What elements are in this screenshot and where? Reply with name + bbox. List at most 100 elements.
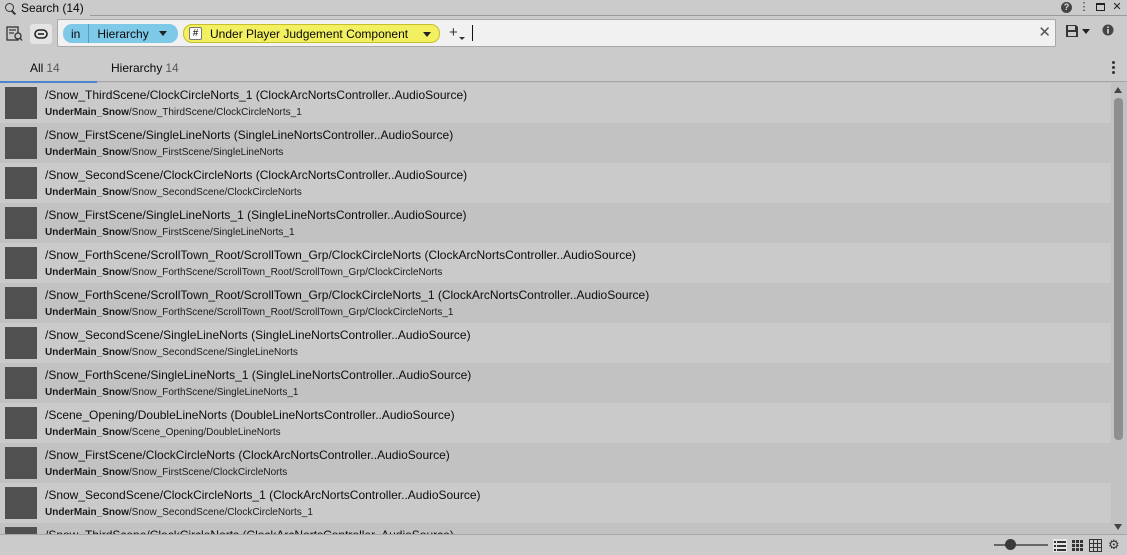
- result-description-path: /Snow_FirstScene/SingleLineNorts: [128, 147, 284, 158]
- search-icon: [4, 2, 17, 15]
- result-description-path: /Snow_ForthScene/ScrollTown_Root/ScrollT…: [128, 267, 443, 278]
- result-description-path: /Scene_Opening/DoubleLineNorts: [128, 427, 281, 438]
- chevron-down-icon: [1082, 28, 1090, 34]
- result-title: /Snow_FirstScene/SingleLineNorts (Single…: [45, 128, 454, 142]
- result-description: UnderMain_Snow/Snow_SecondScene/SingleLi…: [45, 347, 298, 358]
- tab-hierarchy[interactable]: Hierarchy 14: [111, 53, 179, 82]
- saved-searches-button[interactable]: [3, 24, 25, 44]
- result-description: UnderMain_Snow/Snow_FirstScene/ClockCirc…: [45, 467, 287, 478]
- scope-chip-label: Hierarchy: [97, 26, 149, 41]
- gameobject-thumbnail: [5, 167, 37, 199]
- table-view-icon[interactable]: [1089, 539, 1102, 552]
- window-tab-title: Search (14): [21, 1, 84, 15]
- window-tab[interactable]: Search (14): [0, 0, 90, 16]
- result-title: /Snow_FirstScene/ClockCircleNorts (Clock…: [45, 448, 450, 462]
- result-row[interactable]: /Snow_SecondScene/ClockCircleNorts_1 (Cl…: [0, 483, 1111, 523]
- result-row[interactable]: /Snow_FirstScene/SingleLineNorts_1 (Sing…: [0, 203, 1111, 243]
- result-title: /Snow_ForthScene/SingleLineNorts_1 (Sing…: [45, 368, 472, 382]
- result-description-root: UnderMain_Snow: [45, 227, 129, 238]
- window-menu-icon[interactable]: ⋮: [1078, 1, 1090, 13]
- maximize-icon[interactable]: [1096, 3, 1105, 11]
- result-description: UnderMain_Snow/Snow_FirstScene/SingleLin…: [45, 227, 295, 238]
- result-row[interactable]: /Snow_ForthScene/ScrollTown_Root/ScrollT…: [0, 243, 1111, 283]
- result-description: UnderMain_Snow/Snow_ThirdScene/ClockCirc…: [45, 107, 302, 118]
- result-description-path: /Snow_FirstScene/SingleLineNorts_1: [128, 227, 295, 238]
- component-filter-chip[interactable]: # Under Player Judgement Component: [183, 24, 440, 43]
- tab-all[interactable]: All 14: [0, 53, 97, 83]
- gameobject-thumbnail: [5, 447, 37, 479]
- result-description: UnderMain_Snow/Snow_ForthScene/ScrollTow…: [45, 307, 453, 318]
- result-title: /Snow_ThirdScene/ClockCircleNorts_1 (Clo…: [45, 88, 468, 102]
- gameobject-thumbnail: [5, 407, 37, 439]
- result-description-path: /Snow_ForthScene/SingleLineNorts_1: [128, 387, 299, 398]
- gameobject-thumbnail: [5, 327, 37, 359]
- scroll-down-arrow-icon[interactable]: [1114, 524, 1122, 530]
- result-row[interactable]: /Snow_ThirdScene/ClockCircleNorts (Clock…: [0, 523, 1111, 534]
- result-description-path: /Snow_ForthScene/ScrollTown_Root/ScrollT…: [128, 307, 454, 318]
- chevron-down-icon: [158, 31, 167, 36]
- inspector-toggle-button[interactable]: [1102, 24, 1114, 36]
- tab-all-label: All: [30, 60, 44, 75]
- result-description-root: UnderMain_Snow: [45, 267, 129, 278]
- scope-chip-operator: in: [63, 24, 90, 43]
- scrollbar-thumb[interactable]: [1114, 98, 1123, 440]
- list-view-icon[interactable]: [1053, 539, 1067, 552]
- query-builder-toggle[interactable]: [30, 24, 52, 44]
- saved-searches-icon: [5, 26, 23, 41]
- text-cursor: [472, 25, 473, 41]
- result-row[interactable]: /Scene_Opening/DoubleLineNorts (DoubleLi…: [0, 403, 1111, 443]
- tab-hierarchy-label: Hierarchy: [111, 60, 163, 75]
- grid-view-icon[interactable]: [1071, 539, 1084, 552]
- result-description-root: UnderMain_Snow: [45, 467, 129, 478]
- save-search-button[interactable]: [1065, 24, 1090, 38]
- result-title: /Snow_ForthScene/ScrollTown_Root/ScrollT…: [45, 248, 636, 262]
- result-description: UnderMain_Snow/Snow_SecondScene/ClockCir…: [45, 187, 302, 198]
- scope-filter-chip[interactable]: in Hierarchy: [63, 24, 178, 43]
- scope-chip-value[interactable]: Hierarchy: [89, 26, 167, 41]
- result-description-root: UnderMain_Snow: [45, 187, 129, 198]
- window-controls: ? ⋮ ✕: [1061, 0, 1123, 14]
- settings-gear-icon[interactable]: ⚙: [1108, 537, 1120, 553]
- provider-tabs: All 14 Hierarchy 14: [0, 53, 1127, 83]
- gameobject-thumbnail: [5, 487, 37, 519]
- result-row[interactable]: /Snow_SecondScene/SingleLineNorts (Singl…: [0, 323, 1111, 363]
- gameobject-thumbnail: [5, 127, 37, 159]
- result-description-root: UnderMain_Snow: [45, 507, 129, 518]
- result-row[interactable]: /Snow_ForthScene/SingleLineNorts_1 (Sing…: [0, 363, 1111, 403]
- search-field[interactable]: in Hierarchy # Under Player Judgement Co…: [57, 19, 1056, 47]
- result-title: /Snow_SecondScene/ClockCircleNorts (Cloc…: [45, 168, 468, 182]
- result-title: /Snow_SecondScene/SingleLineNorts (Singl…: [45, 328, 471, 342]
- gameobject-thumbnail: [5, 527, 37, 534]
- result-row[interactable]: /Snow_FirstScene/ClockCircleNorts (Clock…: [0, 443, 1111, 483]
- result-description: UnderMain_Snow/Scene_Opening/DoubleLineN…: [45, 427, 281, 438]
- item-size-slider-track[interactable]: [994, 544, 1048, 546]
- result-description: UnderMain_Snow/Snow_ForthScene/SingleLin…: [45, 387, 298, 398]
- status-bar: ⚙: [0, 534, 1127, 555]
- tab-hierarchy-count: 14: [165, 60, 179, 75]
- result-description-root: UnderMain_Snow: [45, 347, 129, 358]
- result-title: /Snow_FirstScene/SingleLineNorts_1 (Sing…: [45, 208, 467, 222]
- result-row[interactable]: /Snow_FirstScene/SingleLineNorts (Single…: [0, 123, 1111, 163]
- result-row[interactable]: /Snow_SecondScene/ClockCircleNorts (Cloc…: [0, 163, 1111, 203]
- result-description: UnderMain_Snow/Snow_FirstScene/SingleLin…: [45, 147, 283, 158]
- result-row[interactable]: /Snow_ThirdScene/ClockCircleNorts_1 (Clo…: [0, 83, 1111, 123]
- tabs-menu-icon[interactable]: [1112, 61, 1115, 74]
- result-title: /Snow_SecondScene/ClockCircleNorts_1 (Cl…: [45, 488, 481, 502]
- result-description-path: /Snow_SecondScene/ClockCircleNorts: [128, 187, 302, 198]
- component-chip-label: Under Player Judgement Component: [210, 26, 409, 41]
- add-filter-button[interactable]: +: [449, 25, 465, 41]
- results-scrollbar[interactable]: [1111, 83, 1127, 534]
- query-builder-icon: [34, 29, 48, 39]
- result-title: /Scene_Opening/DoubleLineNorts (DoubleLi…: [45, 408, 455, 422]
- result-description-path: /Snow_ThirdScene/ClockCircleNorts_1: [128, 107, 302, 118]
- close-icon[interactable]: ✕: [1111, 1, 1123, 13]
- clear-search-button[interactable]: ✕: [1038, 23, 1051, 41]
- gameobject-thumbnail: [5, 287, 37, 319]
- help-icon[interactable]: ?: [1061, 1, 1072, 13]
- result-row[interactable]: /Snow_ForthScene/ScrollTown_Root/ScrollT…: [0, 283, 1111, 323]
- scroll-up-arrow-icon[interactable]: [1114, 87, 1122, 93]
- info-icon: [1102, 24, 1114, 36]
- results-list[interactable]: /Snow_ThirdScene/ClockCircleNorts_1 (Clo…: [0, 83, 1111, 534]
- item-size-slider-knob[interactable]: [1005, 539, 1016, 550]
- save-icon: [1066, 25, 1078, 37]
